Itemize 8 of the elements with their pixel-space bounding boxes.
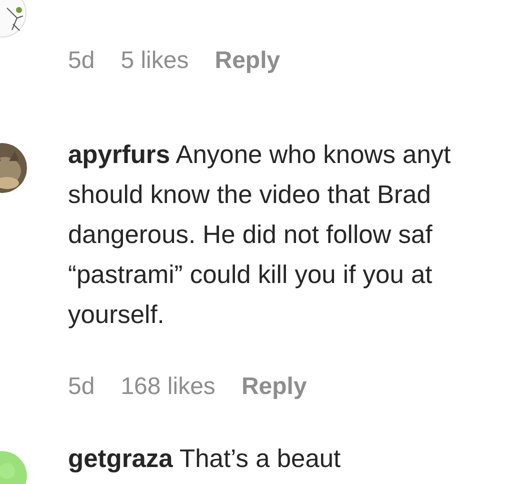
comment-age: 5d: [68, 47, 95, 75]
comment-text: getgraza That’s a beaut: [68, 444, 342, 475]
reply-link[interactable]: Reply: [241, 373, 307, 401]
comment-age: 5d: [68, 373, 95, 401]
comment-text: apyrfurs Anyone who knows anyt should know the video that Brad dangerous. He did not follow saf “pastrami” could kill you if you at yourself.: [68, 140, 452, 331]
like-count[interactable]: 5 likes: [120, 47, 189, 75]
reply-link[interactable]: Reply: [214, 47, 280, 75]
like-count[interactable]: 168 likes: [120, 373, 216, 401]
